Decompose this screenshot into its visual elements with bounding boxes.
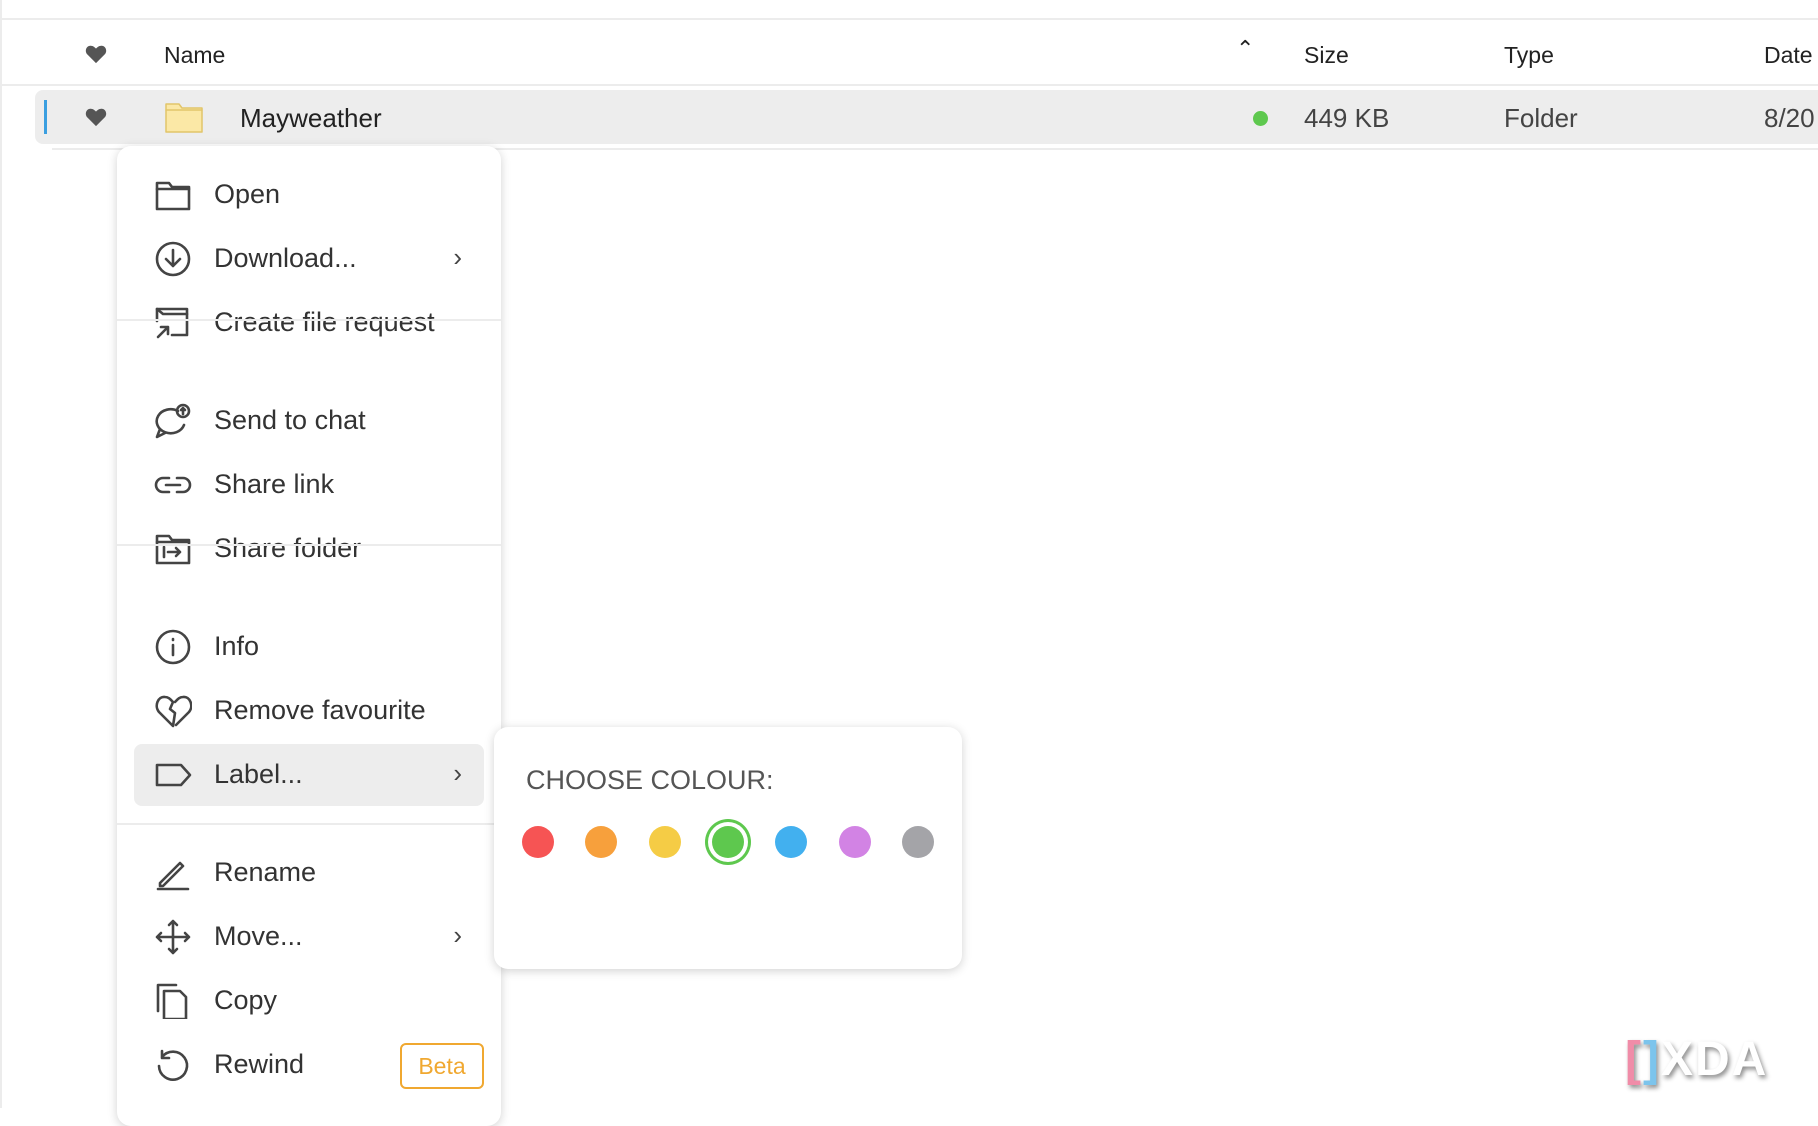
menu-label: Move... bbox=[214, 921, 303, 951]
menu-label: Share link bbox=[214, 469, 335, 499]
menu-label: Send to chat bbox=[214, 405, 366, 435]
file-name[interactable]: Mayweather bbox=[240, 103, 382, 134]
menu-item-label[interactable]: Label... › bbox=[134, 744, 484, 806]
file-size: 449 KB bbox=[1304, 103, 1390, 133]
colour-swatch[interactable] bbox=[648, 826, 681, 858]
menu-divider bbox=[117, 544, 501, 546]
menu-item-rewind[interactable]: Rewind Beta bbox=[134, 1034, 484, 1096]
menu-label: Rename bbox=[214, 857, 317, 887]
share-folder-icon bbox=[155, 534, 191, 565]
file-date: 8/20 bbox=[1764, 103, 1815, 133]
column-type[interactable]: Type bbox=[1504, 42, 1554, 69]
pencil-icon bbox=[156, 861, 190, 891]
broken-heart-icon bbox=[155, 695, 192, 728]
menu-item-open[interactable]: Open bbox=[134, 164, 484, 226]
colour-swatch[interactable] bbox=[775, 826, 808, 858]
link-icon bbox=[154, 476, 192, 494]
favourite-column-heart-icon[interactable] bbox=[85, 44, 107, 64]
menu-label: Create file request bbox=[214, 307, 435, 337]
menu-item-move[interactable]: Move... › bbox=[134, 906, 484, 968]
folder-icon bbox=[155, 181, 191, 211]
column-date[interactable]: Date bbox=[1764, 42, 1813, 69]
table-header: Name ⌃ Size Type Date bbox=[0, 20, 1818, 86]
menu-item-share-folder[interactable]: Share folder bbox=[134, 518, 484, 580]
file-type: Folder bbox=[1504, 103, 1578, 133]
menu-item-share-link[interactable]: Share link bbox=[134, 454, 484, 516]
menu-item-remove-favourite[interactable]: Remove favourite bbox=[134, 680, 484, 742]
rewind-icon bbox=[157, 1049, 189, 1081]
colour-picker-submenu: CHOOSE COLOUR: bbox=[494, 727, 962, 969]
menu-item-create-file-request[interactable]: Create file request bbox=[134, 292, 484, 354]
move-icon bbox=[155, 919, 191, 955]
label-color-dot bbox=[1253, 111, 1268, 126]
favourite-heart-icon[interactable] bbox=[85, 107, 107, 127]
info-icon bbox=[155, 629, 191, 665]
selection-indicator bbox=[44, 100, 47, 134]
menu-label: Info bbox=[214, 631, 260, 661]
menu-divider bbox=[117, 823, 501, 825]
chevron-right-icon: › bbox=[453, 758, 462, 788]
menu-label: Download... bbox=[214, 243, 357, 273]
menu-item-rename[interactable]: Rename bbox=[134, 842, 484, 904]
colour-swatch[interactable] bbox=[838, 826, 871, 858]
file-request-icon bbox=[155, 307, 189, 339]
left-border bbox=[0, 0, 2, 1108]
chevron-right-icon: › bbox=[453, 242, 462, 272]
context-menu: Open Download... › Create file request Se… bbox=[117, 146, 501, 1126]
colour-picker-title: CHOOSE COLOUR: bbox=[526, 765, 774, 795]
beta-badge: Beta bbox=[400, 1043, 484, 1089]
menu-label: Remove favourite bbox=[214, 695, 426, 725]
colour-swatch[interactable] bbox=[901, 826, 934, 858]
table-row[interactable]: Mayweather 449 KB Folder 8/20 bbox=[35, 90, 1818, 144]
colour-swatch[interactable] bbox=[522, 826, 554, 858]
menu-label: Copy bbox=[214, 985, 278, 1015]
colour-swatch[interactable] bbox=[585, 826, 618, 858]
menu-label: Share folder bbox=[214, 533, 362, 563]
xda-watermark-logo: []XDA bbox=[1625, 1033, 1769, 1086]
chevron-right-icon: › bbox=[453, 920, 462, 950]
menu-item-send-to-chat[interactable]: Send to chat bbox=[134, 390, 484, 452]
folder-icon bbox=[165, 103, 203, 133]
copy-icon bbox=[156, 983, 188, 1019]
menu-label: Label... bbox=[214, 759, 303, 789]
column-size[interactable]: Size bbox=[1304, 42, 1349, 69]
menu-label: Open bbox=[214, 179, 281, 209]
menu-divider bbox=[117, 319, 501, 321]
menu-item-info[interactable]: Info bbox=[134, 616, 484, 678]
column-name[interactable]: Name bbox=[164, 42, 225, 69]
label-icon bbox=[155, 763, 192, 787]
menu-label: Rewind bbox=[214, 1049, 305, 1079]
colour-swatch[interactable] bbox=[711, 826, 744, 858]
sort-ascending-icon[interactable]: ⌃ bbox=[1236, 36, 1254, 62]
menu-item-download[interactable]: Download... › bbox=[134, 228, 484, 290]
download-icon bbox=[155, 241, 191, 277]
menu-item-copy[interactable]: Copy bbox=[134, 970, 484, 1032]
chat-icon bbox=[155, 403, 191, 439]
